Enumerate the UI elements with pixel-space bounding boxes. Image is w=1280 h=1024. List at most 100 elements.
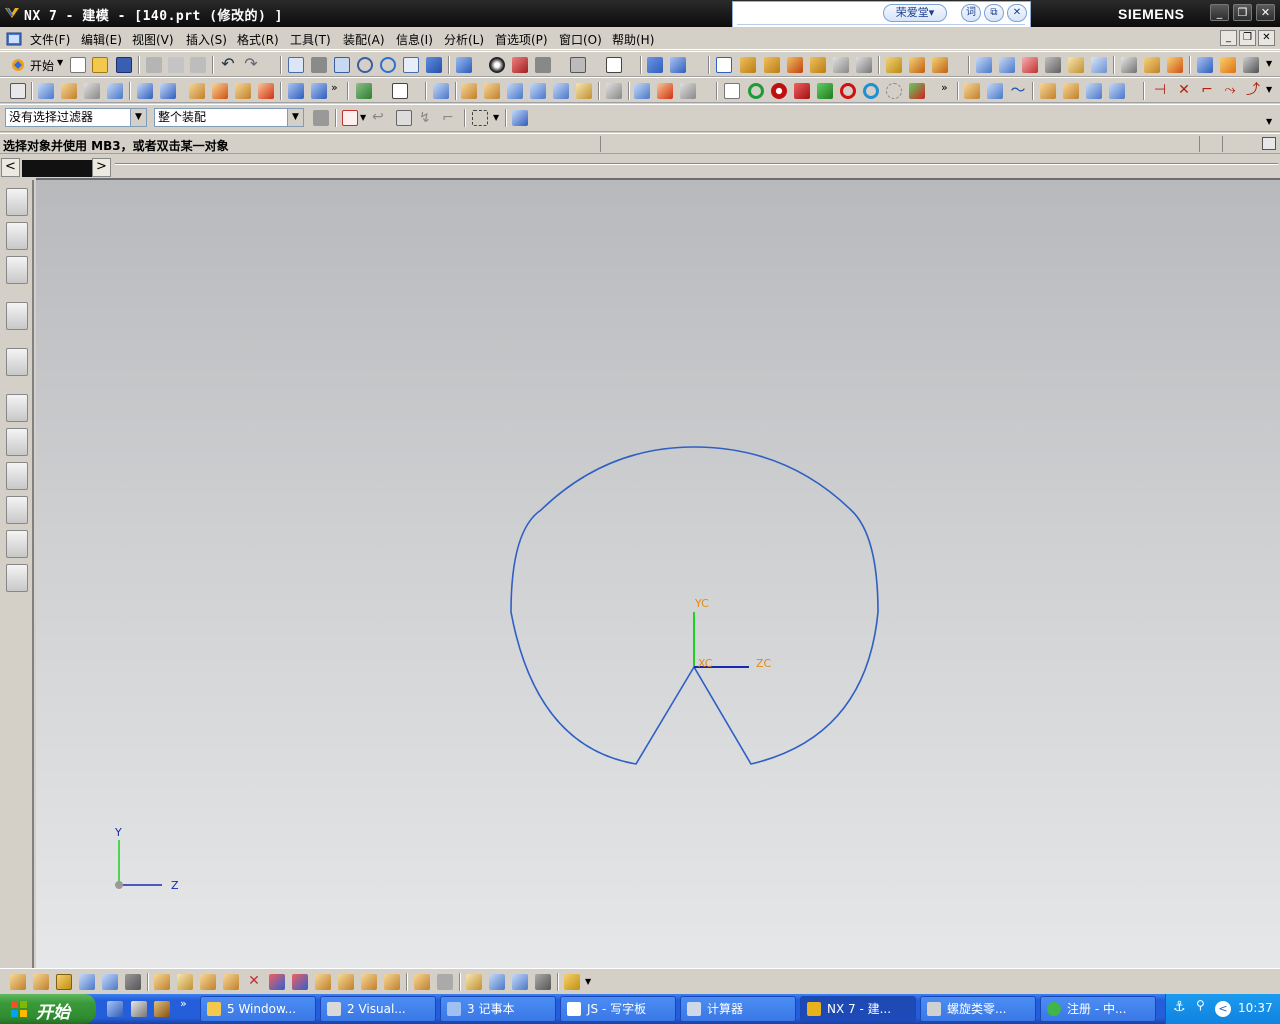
control-point-icon[interactable] xyxy=(810,57,826,73)
quick-launch-desktop-icon[interactable] xyxy=(131,1001,147,1017)
scroll-left-arrow[interactable]: < xyxy=(1,158,20,177)
offset-curve-icon[interactable] xyxy=(964,83,980,99)
type-filter-select[interactable]: 没有选择过滤器 ▼ xyxy=(5,108,147,127)
datum-plane-icon[interactable] xyxy=(356,83,372,99)
rotate-icon[interactable] xyxy=(380,57,396,73)
process-studio-icon[interactable] xyxy=(6,462,28,490)
assembly-navigator-icon[interactable] xyxy=(6,188,28,216)
extract-curve-icon[interactable] xyxy=(1109,83,1125,99)
viewport-canvas[interactable]: YC XC ZC Y Z xyxy=(36,180,1280,970)
reset-filter-icon[interactable] xyxy=(313,110,329,126)
assembly-load-icon[interactable] xyxy=(10,974,26,990)
magnify-icon[interactable] xyxy=(357,57,373,73)
menu-edit[interactable]: 编辑(E) xyxy=(79,30,124,49)
chevron-down-icon[interactable]: ▼ xyxy=(493,113,499,122)
spline-icon[interactable] xyxy=(817,83,833,99)
paint-icon[interactable] xyxy=(1220,57,1236,73)
quick-launch-app-icon[interactable] xyxy=(154,1001,170,1017)
trim-curve-icon[interactable]: ⊣ xyxy=(1152,83,1168,99)
render-style-icon[interactable] xyxy=(456,57,472,73)
move-component-icon[interactable] xyxy=(154,974,170,990)
display-part-icon[interactable] xyxy=(489,974,505,990)
component-icon[interactable] xyxy=(1144,57,1160,73)
start-dropdown-icon[interactable]: ▼ xyxy=(57,58,63,67)
intersect-icon[interactable] xyxy=(235,83,251,99)
snap-view-icon[interactable] xyxy=(512,110,528,126)
part-navigator-icon[interactable] xyxy=(10,83,26,99)
face-color-icon[interactable] xyxy=(512,57,528,73)
volume-icon[interactable]: ⚲ xyxy=(1196,998,1205,1012)
open-folder-icon[interactable] xyxy=(92,57,108,73)
redo-icon[interactable]: ↷ xyxy=(243,56,259,73)
doc-close-button[interactable]: ✕ xyxy=(1258,30,1275,46)
quick-pick-icon[interactable]: ⌐ xyxy=(442,110,458,126)
project-curve-icon[interactable] xyxy=(1040,83,1056,99)
replace-component-icon[interactable] xyxy=(125,974,141,990)
part-navigator-icon[interactable] xyxy=(6,256,28,284)
assembly-constraints-icon[interactable] xyxy=(177,974,193,990)
reference-set-icon[interactable] xyxy=(535,974,551,990)
transform-icon[interactable] xyxy=(1243,57,1259,73)
offset-face-icon[interactable] xyxy=(530,83,546,99)
block-icon[interactable] xyxy=(137,83,153,99)
polygon-icon[interactable] xyxy=(886,83,902,99)
network-icon[interactable]: ⚓ xyxy=(1173,999,1186,1015)
close-button[interactable]: ✕ xyxy=(1256,4,1275,21)
chevron-down-icon[interactable]: ▼ xyxy=(287,109,303,126)
deselect-icon[interactable]: ↯ xyxy=(419,110,435,126)
new-component-icon[interactable] xyxy=(56,974,72,990)
weight-icon[interactable] xyxy=(361,974,377,990)
ime-word-button[interactable]: 词 xyxy=(961,4,981,22)
roles-icon[interactable] xyxy=(6,530,28,558)
start-menu-button[interactable]: 开始 xyxy=(0,994,96,1024)
show-constraints-icon[interactable] xyxy=(200,974,216,990)
doc-minimize-button[interactable]: _ xyxy=(1220,30,1237,46)
fit-view-icon[interactable] xyxy=(288,57,304,73)
measure-angle-icon[interactable] xyxy=(909,57,925,73)
view-section-icon[interactable] xyxy=(647,57,663,73)
ime-copy-icon[interactable]: ⧉ xyxy=(984,4,1004,22)
background-icon[interactable] xyxy=(606,57,622,73)
scroll-right-arrow[interactable]: > xyxy=(92,158,111,177)
arc-icon[interactable] xyxy=(771,83,787,99)
fillet-curve-icon[interactable]: ⌐ xyxy=(1199,83,1215,99)
menu-assembly[interactable]: 装配(A) xyxy=(341,30,387,49)
toolbar-overflow-icon[interactable]: ▼ xyxy=(1266,85,1272,94)
toolbar-expand-icon[interactable]: » xyxy=(331,81,338,94)
mate-icon[interactable] xyxy=(1167,57,1183,73)
minimize-button[interactable]: _ xyxy=(1210,4,1229,21)
intersection-icon[interactable] xyxy=(833,57,849,73)
assembly-nav-icon[interactable] xyxy=(1121,57,1137,73)
menu-analysis[interactable]: 分析(L) xyxy=(442,30,486,49)
task-button-register[interactable]: 注册 - 中... xyxy=(1040,996,1156,1022)
save-icon[interactable] xyxy=(116,57,132,73)
product-outline-icon[interactable] xyxy=(384,974,400,990)
pattern-icon[interactable] xyxy=(461,83,477,99)
stretch-curve-icon[interactable]: ⤳ xyxy=(1222,83,1238,99)
line-icon[interactable] xyxy=(794,83,810,99)
bridge-curve-icon[interactable] xyxy=(987,83,1003,99)
select-all-icon[interactable] xyxy=(396,110,412,126)
wireframe-icon[interactable] xyxy=(535,57,551,73)
divide-curve-icon[interactable]: ✕ xyxy=(1176,83,1192,99)
clip-icon[interactable] xyxy=(670,57,686,73)
move-object-icon[interactable] xyxy=(1197,57,1213,73)
restore-button[interactable]: ❐ xyxy=(1233,4,1252,21)
mesh-surface-icon[interactable] xyxy=(1022,57,1038,73)
snap-point-icon[interactable] xyxy=(740,57,756,73)
scale-icon[interactable] xyxy=(576,83,592,99)
reuse-library-icon[interactable] xyxy=(6,302,28,330)
mirror-assembly-icon[interactable] xyxy=(102,974,118,990)
offset-surface-icon[interactable] xyxy=(1091,57,1107,73)
endpoint-icon[interactable] xyxy=(764,57,780,73)
task-button-calculator[interactable]: 计算器 xyxy=(680,996,796,1022)
remember-constraints-icon[interactable] xyxy=(223,974,239,990)
wave-curve-icon[interactable]: 〜 xyxy=(1010,83,1026,99)
extrude-icon[interactable] xyxy=(61,83,77,99)
constraint-navigator-icon[interactable] xyxy=(6,222,28,250)
zoom-icon[interactable] xyxy=(334,57,350,73)
system-materials-icon[interactable] xyxy=(6,428,28,456)
edit-curve-icon[interactable]: ⤴ xyxy=(1245,83,1261,99)
paste-icon[interactable] xyxy=(190,57,206,73)
text-curve-icon[interactable] xyxy=(909,83,925,99)
